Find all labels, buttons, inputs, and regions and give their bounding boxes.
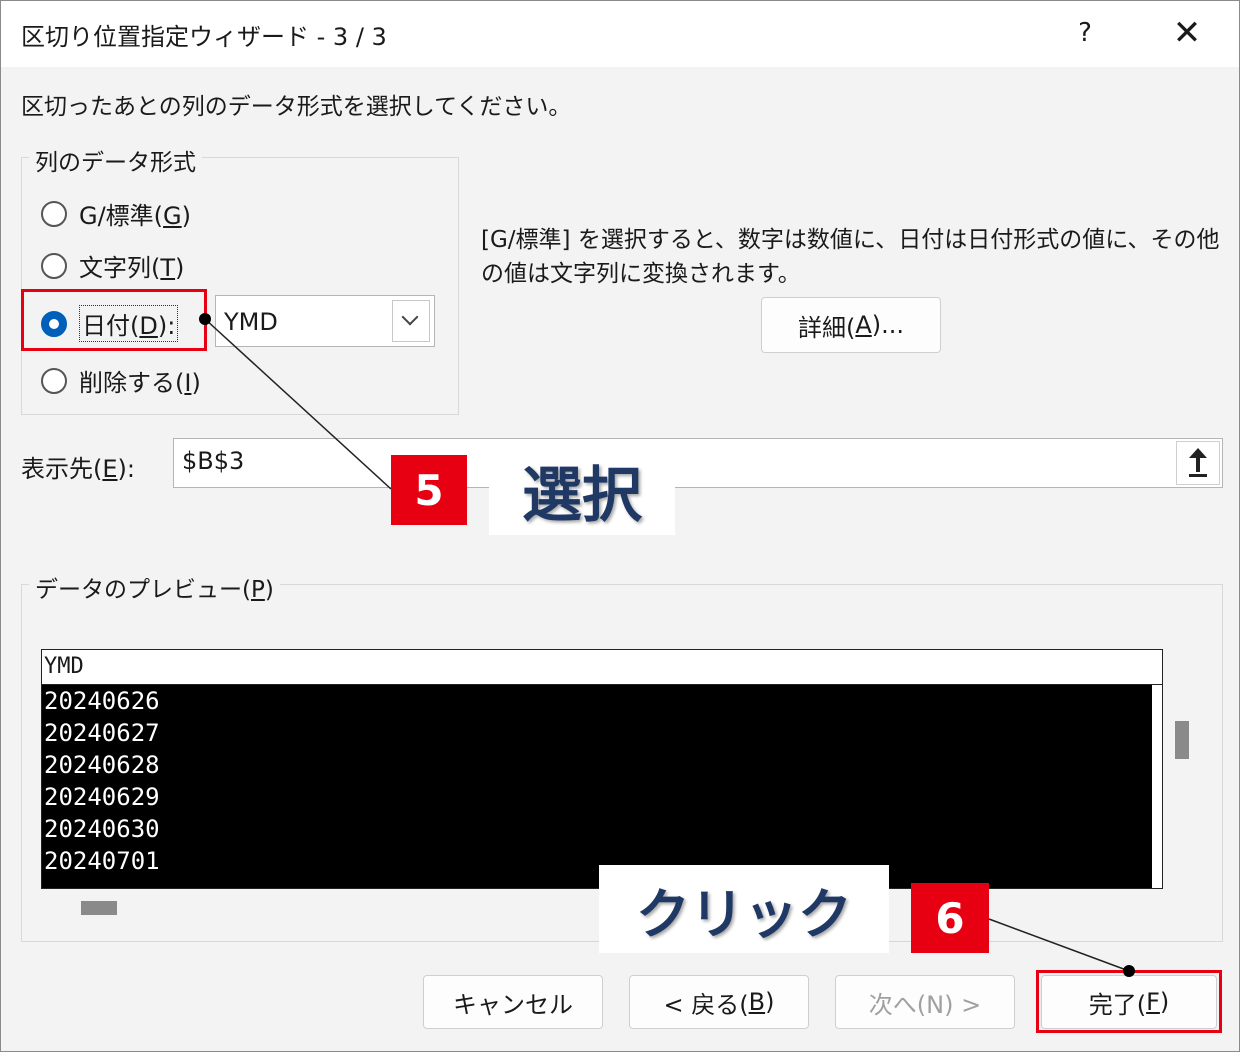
step5-badge: 5 xyxy=(391,455,467,525)
leader-dot-step6 xyxy=(1123,965,1135,977)
leader-line-step5 xyxy=(204,318,392,490)
leader-dot-step5 xyxy=(199,313,211,325)
step5-callout: 選択 xyxy=(489,445,675,535)
step6-badge: 6 xyxy=(911,883,989,953)
leader-line-step6 xyxy=(988,918,1130,972)
text-to-columns-dialog: 区切り位置指定ウィザード - 3 / 3 ? ✕ 区切ったあとの列のデータ形式を… xyxy=(0,0,1240,1052)
step6-callout: クリック xyxy=(599,865,889,953)
